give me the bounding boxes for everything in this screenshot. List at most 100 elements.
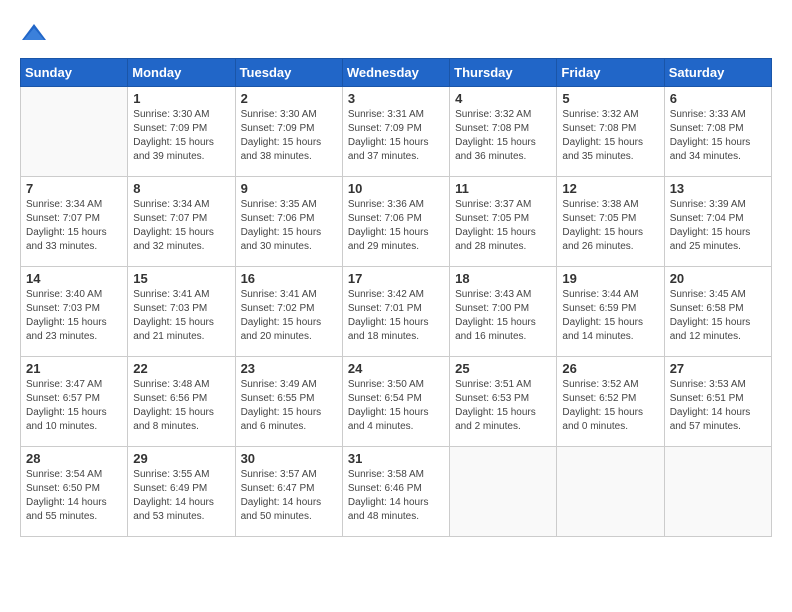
calendar-week-row: 14Sunrise: 3:40 AM Sunset: 7:03 PM Dayli…: [21, 267, 772, 357]
day-number: 18: [455, 271, 551, 286]
calendar-header-tuesday: Tuesday: [235, 59, 342, 87]
calendar-cell: 21 Sunrise: 3:47 AM Sunset: 6:57 PM Dayli…: [21, 357, 128, 447]
calendar-week-row: 21 Sunrise: 3:47 AM Sunset: 6:57 PM Dayli…: [21, 357, 772, 447]
cell-info: Sunrise: 3:35 AM Sunset: 7:06 PM Dayligh…: [241, 198, 337, 254]
cell-info: Sunrise: 3:37 AM Sunset: 7:05 PM Dayligh…: [455, 198, 551, 254]
calendar-cell: 22Sunrise: 3:48 AM Sunset: 6:56 PM Dayli…: [128, 357, 235, 447]
calendar-cell: 30 Sunrise: 3:57 AM Sunset: 6:47 PM Dayli…: [235, 447, 342, 537]
cell-info: Sunrise: 3:43 AM Sunset: 7:00 PM Dayligh…: [455, 288, 551, 344]
cell-info: Sunrise: 3:44 AM Sunset: 6:59 PM Dayligh…: [562, 288, 658, 344]
calendar-header-monday: Monday: [128, 59, 235, 87]
calendar-cell: 31 Sunrise: 3:58 AM Sunset: 6:46 PM Dayli…: [342, 447, 449, 537]
calendar-cell: 14Sunrise: 3:40 AM Sunset: 7:03 PM Dayli…: [21, 267, 128, 357]
calendar-header-friday: Friday: [557, 59, 664, 87]
calendar-cell: 3 Sunrise: 3:31 AM Sunset: 7:09 PM Daylig…: [342, 87, 449, 177]
calendar-header-saturday: Saturday: [664, 59, 771, 87]
cell-info: Sunrise: 3:32 AM Sunset: 7:08 PM Dayligh…: [562, 108, 658, 164]
cell-info: Sunrise: 3:34 AM Sunset: 7:07 PM Dayligh…: [133, 198, 229, 254]
calendar-cell: [557, 447, 664, 537]
cell-info: Sunrise: 3:33 AM Sunset: 7:08 PM Dayligh…: [670, 108, 766, 164]
cell-info: Sunrise: 3:30 AM Sunset: 7:09 PM Dayligh…: [241, 108, 337, 164]
calendar-cell: 20 Sunrise: 3:45 AM Sunset: 6:58 PM Dayli…: [664, 267, 771, 357]
cell-info: Sunrise: 3:58 AM Sunset: 6:46 PM Dayligh…: [348, 468, 444, 524]
calendar-cell: [450, 447, 557, 537]
logo-icon: [20, 20, 48, 48]
day-number: 11: [455, 181, 551, 196]
cell-info: Sunrise: 3:47 AM Sunset: 6:57 PM Dayligh…: [26, 378, 122, 434]
day-number: 26: [562, 361, 658, 376]
logo: [20, 20, 52, 48]
cell-info: Sunrise: 3:34 AM Sunset: 7:07 PM Dayligh…: [26, 198, 122, 254]
calendar-cell: 7Sunrise: 3:34 AM Sunset: 7:07 PM Daylig…: [21, 177, 128, 267]
calendar-cell: 28 Sunrise: 3:54 AM Sunset: 6:50 PM Dayli…: [21, 447, 128, 537]
day-number: 13: [670, 181, 766, 196]
cell-info: Sunrise: 3:40 AM Sunset: 7:03 PM Dayligh…: [26, 288, 122, 344]
day-number: 3: [348, 91, 444, 106]
day-number: 24: [348, 361, 444, 376]
calendar-week-row: 7Sunrise: 3:34 AM Sunset: 7:07 PM Daylig…: [21, 177, 772, 267]
calendar-cell: 16Sunrise: 3:41 AM Sunset: 7:02 PM Dayli…: [235, 267, 342, 357]
cell-info: Sunrise: 3:57 AM Sunset: 6:47 PM Dayligh…: [241, 468, 337, 524]
calendar-cell: 19 Sunrise: 3:44 AM Sunset: 6:59 PM Dayli…: [557, 267, 664, 357]
day-number: 6: [670, 91, 766, 106]
calendar-week-row: 28 Sunrise: 3:54 AM Sunset: 6:50 PM Dayli…: [21, 447, 772, 537]
calendar-cell: 12 Sunrise: 3:38 AM Sunset: 7:05 PM Dayli…: [557, 177, 664, 267]
day-number: 5: [562, 91, 658, 106]
calendar-cell: 10 Sunrise: 3:36 AM Sunset: 7:06 PM Dayli…: [342, 177, 449, 267]
day-number: 2: [241, 91, 337, 106]
calendar-cell: 25 Sunrise: 3:51 AM Sunset: 6:53 PM Dayli…: [450, 357, 557, 447]
day-number: 1: [133, 91, 229, 106]
calendar-cell: 2 Sunrise: 3:30 AM Sunset: 7:09 PM Daylig…: [235, 87, 342, 177]
day-number: 23: [241, 361, 337, 376]
calendar-cell: [21, 87, 128, 177]
day-number: 10: [348, 181, 444, 196]
day-number: 8: [133, 181, 229, 196]
day-number: 9: [241, 181, 337, 196]
calendar-cell: 8 Sunrise: 3:34 AM Sunset: 7:07 PM Daylig…: [128, 177, 235, 267]
calendar-header-wednesday: Wednesday: [342, 59, 449, 87]
cell-info: Sunrise: 3:54 AM Sunset: 6:50 PM Dayligh…: [26, 468, 122, 524]
day-number: 4: [455, 91, 551, 106]
calendar-header-row: SundayMondayTuesdayWednesdayThursdayFrid…: [21, 59, 772, 87]
day-number: 16: [241, 271, 337, 286]
day-number: 28: [26, 451, 122, 466]
day-number: 22: [133, 361, 229, 376]
cell-info: Sunrise: 3:42 AM Sunset: 7:01 PM Dayligh…: [348, 288, 444, 344]
cell-info: Sunrise: 3:49 AM Sunset: 6:55 PM Dayligh…: [241, 378, 337, 434]
day-number: 30: [241, 451, 337, 466]
calendar-cell: 18 Sunrise: 3:43 AM Sunset: 7:00 PM Dayli…: [450, 267, 557, 357]
cell-info: Sunrise: 3:38 AM Sunset: 7:05 PM Dayligh…: [562, 198, 658, 254]
calendar-cell: 5 Sunrise: 3:32 AM Sunset: 7:08 PM Daylig…: [557, 87, 664, 177]
day-number: 15: [133, 271, 229, 286]
cell-info: Sunrise: 3:41 AM Sunset: 7:03 PM Dayligh…: [133, 288, 229, 344]
cell-info: Sunrise: 3:30 AM Sunset: 7:09 PM Dayligh…: [133, 108, 229, 164]
calendar-cell: 29 Sunrise: 3:55 AM Sunset: 6:49 PM Dayli…: [128, 447, 235, 537]
calendar-cell: 17Sunrise: 3:42 AM Sunset: 7:01 PM Dayli…: [342, 267, 449, 357]
calendar-cell: 26Sunrise: 3:52 AM Sunset: 6:52 PM Dayli…: [557, 357, 664, 447]
calendar-cell: 4Sunrise: 3:32 AM Sunset: 7:08 PM Daylig…: [450, 87, 557, 177]
cell-info: Sunrise: 3:53 AM Sunset: 6:51 PM Dayligh…: [670, 378, 766, 434]
calendar-week-row: 1 Sunrise: 3:30 AM Sunset: 7:09 PM Daylig…: [21, 87, 772, 177]
day-number: 25: [455, 361, 551, 376]
day-number: 27: [670, 361, 766, 376]
day-number: 20: [670, 271, 766, 286]
calendar-cell: 9 Sunrise: 3:35 AM Sunset: 7:06 PM Daylig…: [235, 177, 342, 267]
calendar-cell: [664, 447, 771, 537]
day-number: 21: [26, 361, 122, 376]
cell-info: Sunrise: 3:36 AM Sunset: 7:06 PM Dayligh…: [348, 198, 444, 254]
cell-info: Sunrise: 3:39 AM Sunset: 7:04 PM Dayligh…: [670, 198, 766, 254]
cell-info: Sunrise: 3:31 AM Sunset: 7:09 PM Dayligh…: [348, 108, 444, 164]
day-number: 19: [562, 271, 658, 286]
day-number: 12: [562, 181, 658, 196]
calendar-cell: 24 Sunrise: 3:50 AM Sunset: 6:54 PM Dayli…: [342, 357, 449, 447]
calendar-cell: 27 Sunrise: 3:53 AM Sunset: 6:51 PM Dayli…: [664, 357, 771, 447]
day-number: 29: [133, 451, 229, 466]
calendar-cell: 15 Sunrise: 3:41 AM Sunset: 7:03 PM Dayli…: [128, 267, 235, 357]
cell-info: Sunrise: 3:45 AM Sunset: 6:58 PM Dayligh…: [670, 288, 766, 344]
day-number: 31: [348, 451, 444, 466]
cell-info: Sunrise: 3:50 AM Sunset: 6:54 PM Dayligh…: [348, 378, 444, 434]
calendar-cell: 13 Sunrise: 3:39 AM Sunset: 7:04 PM Dayli…: [664, 177, 771, 267]
calendar-header-sunday: Sunday: [21, 59, 128, 87]
cell-info: Sunrise: 3:55 AM Sunset: 6:49 PM Dayligh…: [133, 468, 229, 524]
cell-info: Sunrise: 3:51 AM Sunset: 6:53 PM Dayligh…: [455, 378, 551, 434]
